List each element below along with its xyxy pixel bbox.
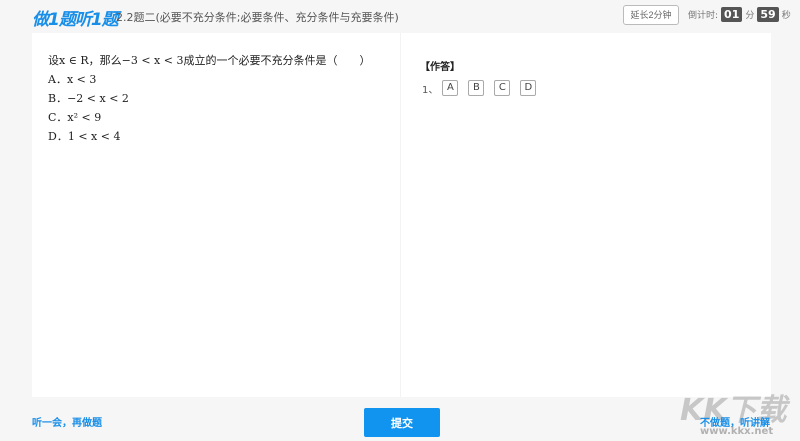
submit-button[interactable]: 提交: [364, 408, 440, 437]
answer-choice-c[interactable]: C: [494, 80, 511, 96]
countdown-timer: 倒计时: 01 分 59 秒: [688, 7, 791, 22]
option-a: A．x < 3: [48, 73, 97, 86]
option-c: C．x² < 9: [48, 111, 102, 124]
option-b: B．−2 < x < 2: [48, 92, 129, 105]
extend-time-button[interactable]: 延长2分钟: [623, 5, 679, 25]
logo: 做1题听1题: [32, 10, 119, 30]
answer-number: 1、: [422, 84, 439, 96]
countdown-label: 倒计时:: [688, 11, 719, 21]
option-d: D．1 < x < 4: [48, 130, 121, 143]
header: 做1题听1题 2.2题二(必要不充分条件;必要条件、充分条件与充要条件) 延长2…: [0, 0, 800, 32]
listen-later-link[interactable]: 听一会，再做题: [32, 414, 102, 429]
question-card: 设x ∈ R，那么−3 < x < 3成立的一个必要不充分条件是（ ） A．x …: [32, 33, 771, 397]
watermark-url: www.kkx.net: [700, 426, 774, 437]
answer-heading: 【作答】: [420, 62, 460, 73]
answer-choice-a[interactable]: A: [442, 80, 459, 96]
answer-choice-d[interactable]: D: [520, 80, 537, 96]
countdown-seconds: 59: [757, 7, 779, 22]
countdown-minutes: 01: [721, 7, 743, 22]
answer-row: 1、 A B C D: [422, 80, 537, 96]
seconds-unit: 秒: [781, 11, 791, 21]
divider: [400, 33, 401, 397]
minutes-unit: 分: [745, 11, 755, 21]
question-stem: 设x ∈ R，那么−3 < x < 3成立的一个必要不充分条件是（ ）: [48, 54, 371, 67]
page-title: 2.2题二(必要不充分条件;必要条件、充分条件与充要条件): [116, 11, 399, 24]
answer-choice-b[interactable]: B: [468, 80, 485, 96]
